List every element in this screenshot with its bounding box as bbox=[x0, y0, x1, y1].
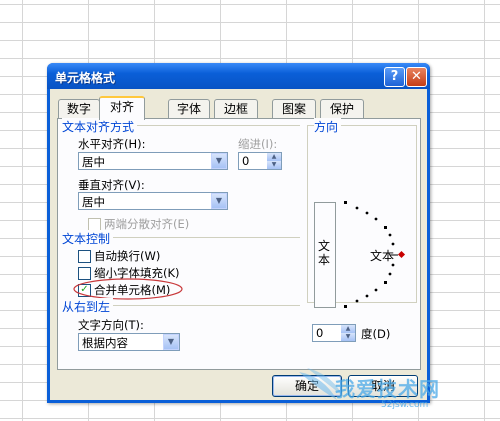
horizontal-alignment-value: 居中 bbox=[82, 155, 105, 169]
degrees-label: 度(D) bbox=[361, 327, 391, 341]
group-title-orientation: 方向 bbox=[314, 118, 342, 135]
tab-font[interactable]: 字体 bbox=[168, 99, 210, 118]
watermark-url: 52jsw.com bbox=[381, 400, 429, 410]
horizontal-alignment-label: 水平对齐(H): bbox=[78, 137, 146, 151]
wrap-text-checkbox[interactable] bbox=[78, 250, 91, 263]
vertical-text-toggle[interactable]: 文本 bbox=[314, 202, 336, 308]
chevron-down-icon[interactable]: ▼ bbox=[163, 334, 179, 350]
spin-down-icon[interactable]: ▼ bbox=[341, 333, 355, 341]
indent-label: 缩进(I): bbox=[238, 137, 278, 151]
watermark-text: 我爱技术网 bbox=[335, 377, 440, 401]
watermark: 我爱技术网 52jsw.com bbox=[299, 368, 500, 421]
help-icon: ? bbox=[390, 69, 399, 84]
spin-up-icon[interactable]: ▲ bbox=[267, 153, 281, 161]
tab-number[interactable]: 数字 bbox=[58, 99, 100, 118]
vertical-text-label: 文本 bbox=[318, 239, 331, 267]
indent-value: 0 bbox=[242, 154, 250, 168]
wrap-text-label: 自动换行(W) bbox=[94, 249, 161, 263]
spin-up-icon[interactable]: ▲ bbox=[341, 325, 355, 333]
help-button[interactable]: ? bbox=[384, 67, 405, 87]
tab-alignment[interactable]: 对齐 bbox=[99, 96, 145, 120]
text-direction-value: 根据内容 bbox=[82, 336, 128, 350]
dialog-client-area: 数字 对齐 字体 边框 图案 保护 文本对齐方式 水平对齐(H): 居中 ▼ 缩… bbox=[50, 89, 427, 400]
degrees-stepper[interactable]: 0 ▲ ▼ bbox=[312, 324, 356, 342]
tab-border[interactable]: 边框 bbox=[214, 99, 258, 118]
distributed-label: 两端分散对齐(E) bbox=[104, 217, 190, 231]
spin-down-icon[interactable]: ▼ bbox=[267, 161, 281, 169]
vertical-alignment-value: 居中 bbox=[82, 195, 105, 209]
indent-stepper[interactable]: 0 ▲ ▼ bbox=[238, 152, 282, 170]
horizontal-alignment-select[interactable]: 居中 ▼ bbox=[78, 152, 228, 170]
close-button[interactable]: ✕ bbox=[406, 67, 427, 87]
group-title-rtl: 从右到左 bbox=[62, 298, 114, 315]
chevron-down-icon[interactable]: ▼ bbox=[211, 153, 227, 169]
title-bar[interactable]: 单元格格式 ? ✕ bbox=[47, 63, 430, 89]
close-icon: ✕ bbox=[411, 69, 422, 84]
dial-text: 文本 bbox=[370, 249, 395, 263]
tab-patterns[interactable]: 图案 bbox=[272, 99, 316, 118]
dialog-title: 单元格格式 bbox=[55, 71, 116, 85]
group-title-text-control: 文本控制 bbox=[62, 230, 114, 247]
orientation-dial[interactable]: 文本 bbox=[340, 199, 414, 311]
format-cells-dialog: 单元格格式 ? ✕ 数字 对齐 字体 边框 图案 保护 文本对齐方式 水平对齐(… bbox=[47, 63, 430, 403]
tab-protection[interactable]: 保护 bbox=[320, 99, 364, 118]
group-title-text-alignment: 文本对齐方式 bbox=[62, 118, 138, 135]
degrees-value: 0 bbox=[316, 326, 324, 340]
vertical-alignment-label: 垂直对齐(V): bbox=[78, 178, 145, 192]
text-direction-label: 文字方向(T): bbox=[78, 318, 144, 332]
vertical-alignment-select[interactable]: 居中 ▼ bbox=[78, 192, 228, 210]
chevron-down-icon[interactable]: ▼ bbox=[211, 193, 227, 209]
text-direction-select[interactable]: 根据内容 ▼ bbox=[78, 333, 180, 351]
